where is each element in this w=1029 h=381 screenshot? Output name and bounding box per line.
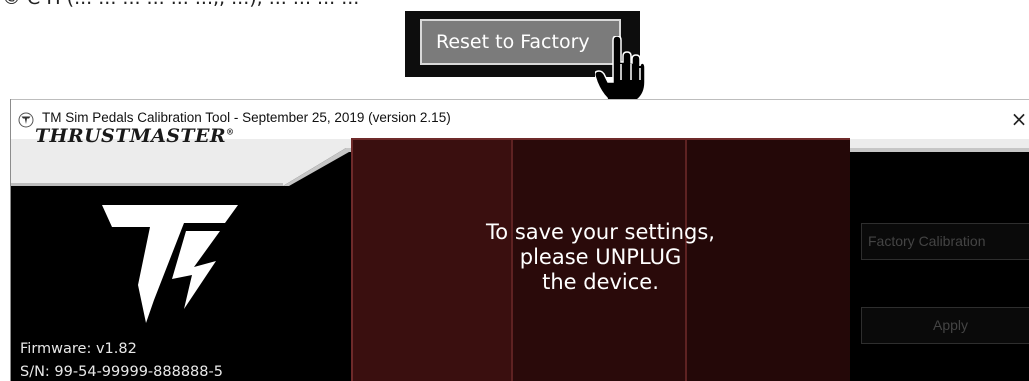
actions-panel [850,186,1029,381]
serial-number: S/N: 99-54-99999-888888-5 [20,364,223,380]
unplug-message-line-1: To save your settings, [486,220,715,244]
apply-button[interactable]: Apply [861,307,1029,344]
thrustmaster-logo-icon [102,205,238,323]
brand-wordmark: THRUSTMASTER® [35,125,234,147]
brand-name: THRUSTMASTER [35,125,227,147]
hand-cursor-icon [595,36,645,104]
brand-registered-mark: ® [226,126,235,137]
unplug-message-line-3: the device. [542,270,659,294]
calibration-tool-window: TM Sim Pedals Calibration Tool - Septemb… [10,99,1029,381]
unplug-message: To save your settings, please UNPLUG the… [356,220,845,295]
top-caption-text: © C H (... ... ... ... ... ...,, ...), .… [2,0,359,9]
firmware-version: Firmware: v1.82 [20,341,137,357]
reset-to-factory-button[interactable]: Reset to Factory [420,19,621,65]
unplug-message-line-2: please UNPLUG [519,245,682,269]
thrustmaster-app-icon [18,112,34,128]
close-button[interactable]: × [1006,106,1029,132]
factory-calibration-button[interactable]: Factory Calibration [861,223,1029,260]
window-title: TM Sim Pedals Calibration Tool - Septemb… [42,110,451,125]
